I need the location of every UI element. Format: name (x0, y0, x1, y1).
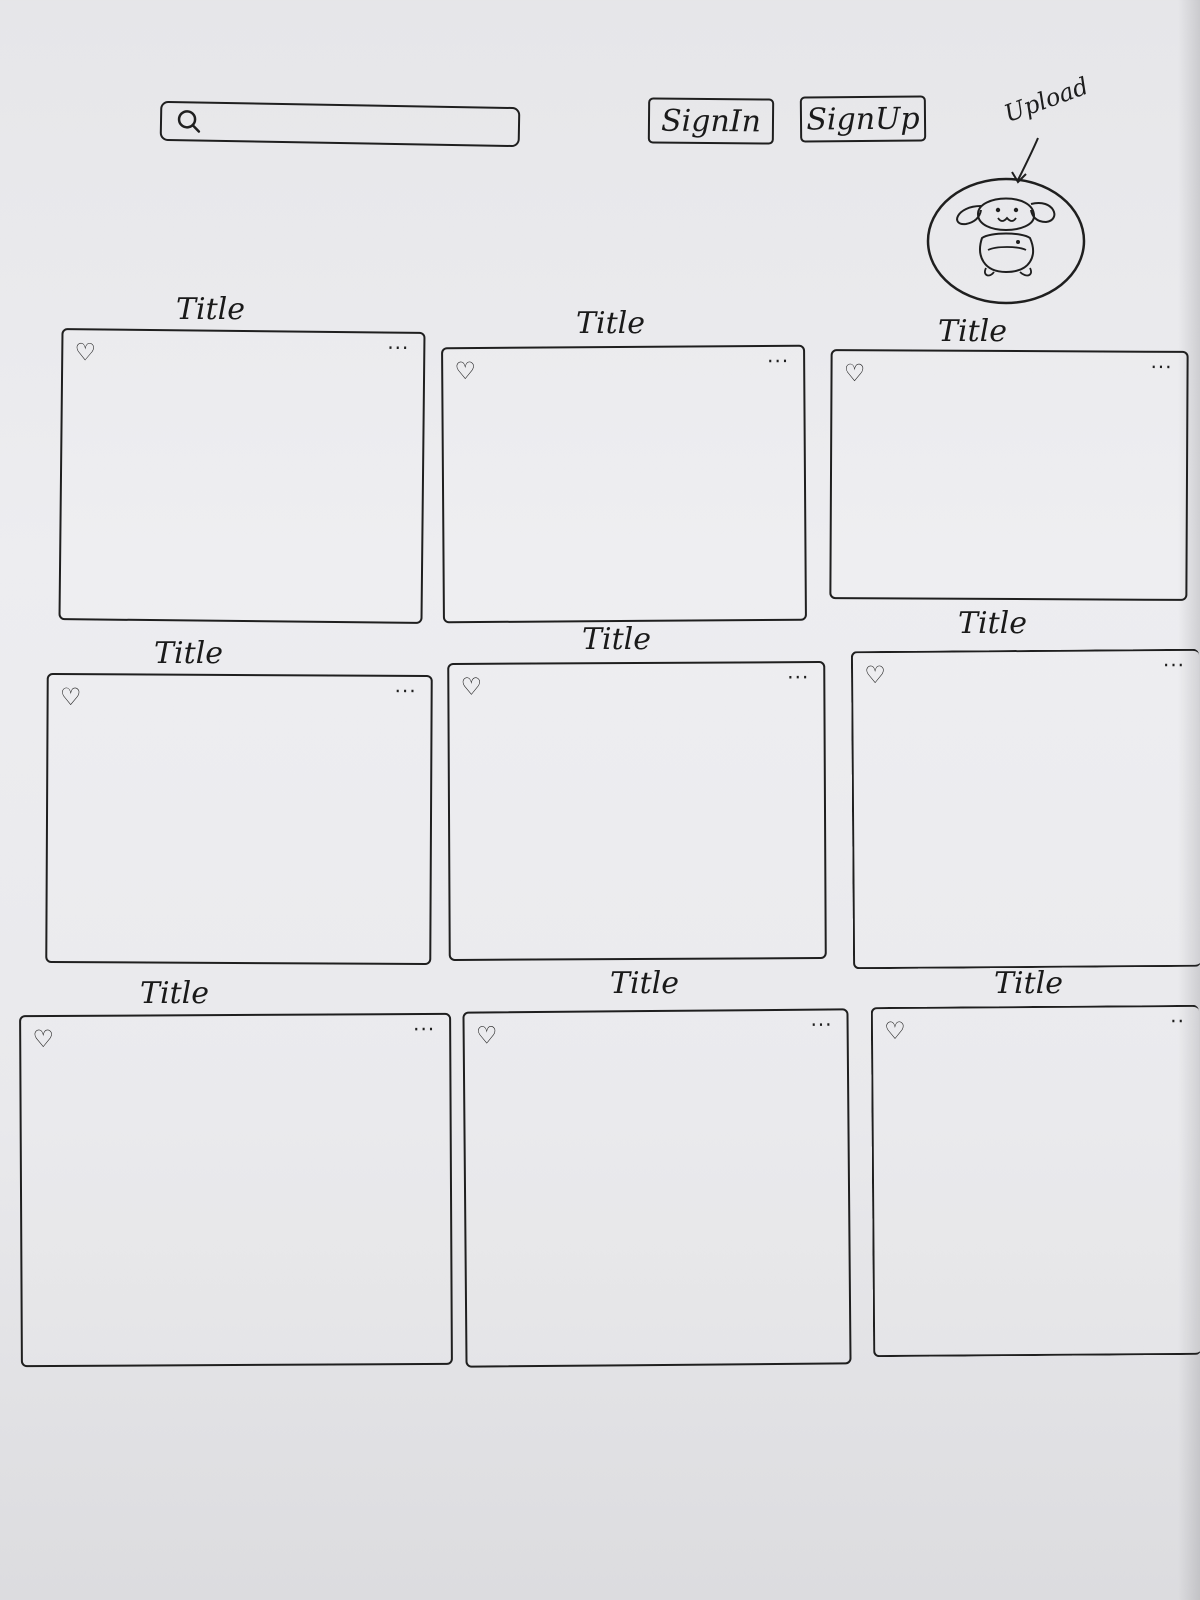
dog-avatar-icon (926, 177, 1086, 305)
card[interactable]: ♡ ··· (19, 1012, 453, 1368)
card-title: Title (958, 606, 1028, 641)
heart-icon[interactable]: ♡ (29, 1025, 57, 1053)
heart-icon[interactable]: ♡ (71, 338, 99, 366)
heart-icon[interactable]: ♡ (57, 683, 85, 711)
avatar-upload[interactable] (926, 176, 1086, 306)
more-options-icon[interactable]: ··· (767, 349, 789, 373)
heart-icon[interactable]: ♡ (457, 673, 485, 701)
more-options-icon[interactable]: ··· (1163, 653, 1185, 677)
upload-label: Upload (1000, 71, 1093, 128)
more-options-icon[interactable]: ··· (1150, 355, 1172, 379)
more-options-icon[interactable]: ··· (395, 679, 417, 703)
card-title: Title (140, 976, 210, 1011)
card-title: Title (938, 314, 1008, 349)
search-bar[interactable] (159, 100, 521, 148)
card-title: Title (582, 622, 652, 657)
card[interactable]: ♡ ··· (829, 349, 1189, 601)
signup-button[interactable]: SignUp (799, 95, 927, 143)
card-title: Title (176, 292, 246, 327)
search-input[interactable] (211, 105, 519, 144)
heart-icon[interactable]: ♡ (881, 1017, 909, 1045)
signin-button[interactable]: SignIn (647, 97, 775, 145)
more-options-icon[interactable]: ··· (387, 336, 409, 360)
heart-icon[interactable]: ♡ (861, 661, 889, 689)
card[interactable]: ♡ ··· (45, 672, 433, 966)
card[interactable]: ♡ ··· (462, 1008, 852, 1368)
card[interactable]: ♡ ··· (441, 344, 807, 624)
card-title: Title (576, 306, 646, 341)
more-options-icon[interactable]: ··· (787, 665, 809, 689)
card-title: Title (994, 966, 1064, 1001)
card-title: Title (154, 636, 224, 671)
card[interactable]: ♡ ··· (58, 328, 426, 624)
search-icon (177, 110, 201, 133)
card-title: Title (610, 966, 680, 1001)
heart-icon[interactable]: ♡ (473, 1021, 501, 1049)
card[interactable]: ♡ ··· (850, 648, 1200, 970)
heart-icon[interactable]: ♡ (840, 359, 868, 387)
more-options-icon[interactable]: ·· (1170, 1009, 1185, 1033)
more-options-icon[interactable]: ··· (810, 1012, 832, 1036)
more-options-icon[interactable]: ··· (413, 1017, 435, 1041)
card[interactable]: ♡ ·· (870, 1004, 1200, 1358)
heart-icon[interactable]: ♡ (451, 357, 479, 385)
card[interactable]: ♡ ··· (447, 661, 827, 961)
